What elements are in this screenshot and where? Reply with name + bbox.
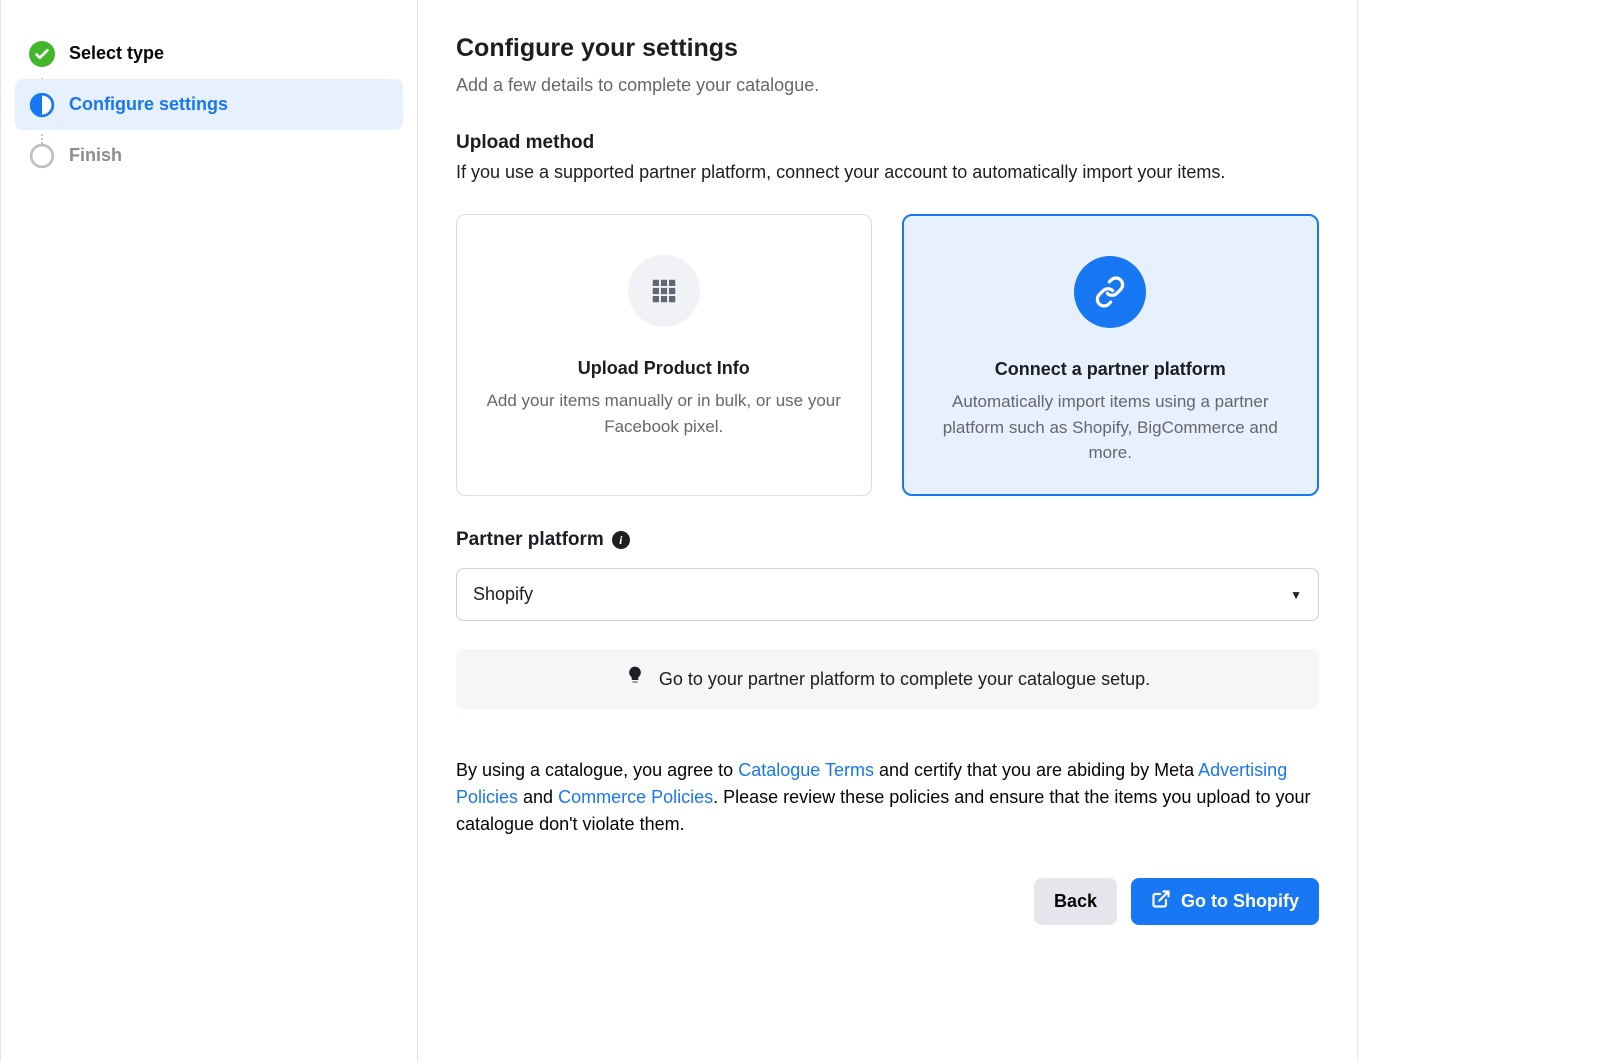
link-commerce-policies[interactable]: Commerce Policies <box>558 787 713 807</box>
legal-text: By using a catalogue, you agree to Catal… <box>456 757 1319 838</box>
upload-method-desc: If you use a supported partner platform,… <box>456 159 1319 186</box>
upload-method-heading: Upload method <box>456 129 1319 158</box>
grid-icon <box>628 255 700 327</box>
lightbulb-icon <box>625 665 645 693</box>
page-subtitle: Add a few details to complete your catal… <box>456 72 1319 99</box>
card-desc: Add your items manually or in bulk, or u… <box>485 388 843 439</box>
main-content: Configure your settings Add a few detail… <box>418 0 1358 1062</box>
page-title: Configure your settings <box>456 30 1319 68</box>
legal-segment: and <box>518 787 558 807</box>
card-connect-partner-platform[interactable]: Connect a partner platform Automatically… <box>902 214 1320 496</box>
info-icon[interactable]: i <box>612 531 630 549</box>
legal-segment: By using a catalogue, you agree to <box>456 760 738 780</box>
partner-platform-label: Partner platform i <box>456 526 1319 555</box>
step-select-type[interactable]: Select type <box>15 28 403 79</box>
card-desc: Automatically import items using a partn… <box>932 389 1290 466</box>
back-button[interactable]: Back <box>1034 878 1117 925</box>
legal-segment: and certify that you are abiding by Meta <box>874 760 1198 780</box>
link-icon <box>1074 256 1146 328</box>
hint-text: Go to your partner platform to complete … <box>659 666 1150 693</box>
step-label: Configure settings <box>69 91 228 118</box>
card-upload-product-info[interactable]: Upload Product Info Add your items manua… <box>456 214 872 496</box>
primary-button-label: Go to Shopify <box>1181 891 1299 912</box>
step-configure-settings[interactable]: Configure settings <box>15 79 403 130</box>
caret-down-icon: ▼ <box>1290 586 1302 604</box>
half-circle-icon <box>29 92 55 118</box>
stepper-sidebar: Select type Configure settings Finish <box>0 0 418 1062</box>
select-value: Shopify <box>473 581 533 608</box>
step-label: Select type <box>69 40 164 67</box>
card-title: Connect a partner platform <box>932 356 1290 383</box>
partner-platform-label-text: Partner platform <box>456 526 604 555</box>
link-catalogue-terms[interactable]: Catalogue Terms <box>738 760 874 780</box>
card-title: Upload Product Info <box>485 355 843 382</box>
partner-platform-select[interactable]: Shopify ▼ <box>456 568 1319 621</box>
footer-actions: Back Go to Shopify <box>456 878 1319 925</box>
step-label: Finish <box>69 142 122 169</box>
step-finish[interactable]: Finish <box>15 130 403 181</box>
check-circle-icon <box>29 41 55 67</box>
external-link-icon <box>1151 889 1171 914</box>
go-to-shopify-button[interactable]: Go to Shopify <box>1131 878 1319 925</box>
empty-circle-icon <box>29 143 55 169</box>
setup-hint: Go to your partner platform to complete … <box>456 649 1319 709</box>
